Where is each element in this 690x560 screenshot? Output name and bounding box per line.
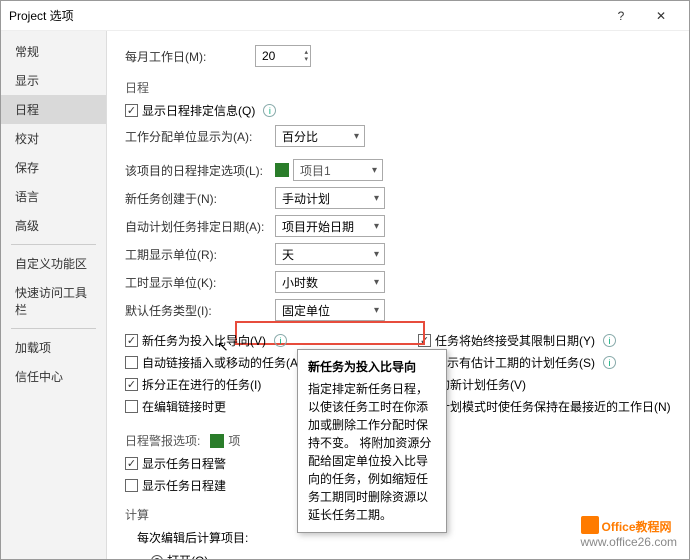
show-warnings-label: 显示任务日程警 bbox=[142, 455, 226, 472]
sidebar-item-quick-access[interactable]: 快速访问工具栏 bbox=[1, 278, 106, 324]
split-task-checkbox[interactable] bbox=[125, 378, 138, 391]
sidebar-separator bbox=[11, 244, 96, 245]
sidebar-item-general[interactable]: 常规 bbox=[1, 37, 106, 66]
sidebar-item-language[interactable]: 语言 bbox=[1, 182, 106, 211]
duration-unit-label: 工期显示单位(R): bbox=[125, 246, 275, 263]
sidebar-item-trust-center[interactable]: 信任中心 bbox=[1, 362, 106, 391]
alert-project-label: 项 bbox=[228, 432, 240, 449]
calc-on-label: 打开(O) bbox=[167, 552, 208, 559]
sidebar: 常规 显示 日程 校对 保存 语言 高级 自定义功能区 快速访问工具栏 加载项 … bbox=[1, 31, 107, 559]
alert-options-label: 日程警报选项: bbox=[125, 432, 200, 449]
watermark-domain: www.office26.com bbox=[581, 535, 678, 549]
sidebar-item-proofing[interactable]: 校对 bbox=[1, 124, 106, 153]
auto-link-label: 自动链接插入或移动的任务(A) bbox=[142, 354, 302, 371]
tooltip-body: 指定排定新任务日程，以使该任务工时在你添加或删除工作分配时保持不变。 将附加资源… bbox=[308, 380, 436, 524]
watermark-brand: Office教程网 bbox=[602, 520, 672, 534]
sidebar-separator bbox=[11, 328, 96, 329]
duration-unit-select[interactable]: 天 bbox=[275, 243, 385, 265]
default-task-type-label: 默认任务类型(I): bbox=[125, 302, 275, 319]
auto-link-checkbox[interactable] bbox=[125, 356, 138, 369]
help-icon[interactable]: i bbox=[603, 334, 616, 347]
show-schedule-info-label: 显示日程排定信息(Q) bbox=[142, 102, 255, 119]
help-icon[interactable]: i bbox=[603, 356, 616, 369]
show-suggestions-checkbox[interactable] bbox=[125, 479, 138, 492]
schedule-section-head: 日程 bbox=[125, 79, 671, 96]
sidebar-item-customize-ribbon[interactable]: 自定义功能区 bbox=[1, 249, 106, 278]
work-unit-select[interactable]: 小时数 bbox=[275, 271, 385, 293]
project-icon bbox=[210, 434, 224, 448]
assign-unit-label: 工作分配单位显示为(A): bbox=[125, 128, 275, 145]
watermark: Office教程网 www.office26.com bbox=[581, 511, 678, 549]
effort-driven-checkbox[interactable] bbox=[125, 334, 138, 347]
new-task-created-label: 新任务创建于(N): bbox=[125, 190, 275, 207]
effort-driven-label: 新任务为投入比导向(V) bbox=[142, 332, 266, 349]
help-icon[interactable]: i bbox=[263, 104, 276, 117]
work-unit-label: 工时显示单位(K): bbox=[125, 274, 275, 291]
help-button[interactable]: ? bbox=[601, 9, 641, 23]
sidebar-item-save[interactable]: 保存 bbox=[1, 153, 106, 182]
window-title: Project 选项 bbox=[9, 7, 601, 24]
edit-link-checkbox[interactable] bbox=[125, 400, 138, 413]
auto-plan-date-label: 自动计划任务排定日期(A): bbox=[125, 218, 275, 235]
sidebar-item-advanced[interactable]: 高级 bbox=[1, 211, 106, 240]
assign-unit-select[interactable]: 百分比 bbox=[275, 125, 365, 147]
calc-on-radio[interactable] bbox=[151, 555, 163, 560]
auto-plan-date-select[interactable]: 项目开始日期 bbox=[275, 215, 385, 237]
monthly-workdays-input[interactable]: 20 bbox=[255, 45, 311, 67]
default-task-type-select[interactable]: 固定单位 bbox=[275, 299, 385, 321]
tooltip-title: 新任务为投入比导向 bbox=[308, 358, 436, 376]
sidebar-item-display[interactable]: 显示 bbox=[1, 66, 106, 95]
edit-link-label: 在编辑链接时更 bbox=[142, 398, 226, 415]
logo-icon bbox=[581, 516, 599, 534]
split-task-label: 拆分正在进行的任务(I) bbox=[142, 376, 261, 393]
content-panel: 每月工作日(M): 20 日程 显示日程排定信息(Q) i 工作分配单位显示为(… bbox=[107, 31, 689, 559]
project-schedule-select[interactable]: 项目1 bbox=[293, 159, 383, 181]
show-suggestions-label: 显示任务日程建 bbox=[142, 477, 226, 494]
project-schedule-options-label: 该项目的日程排定选项(L): bbox=[125, 162, 275, 179]
new-task-created-select[interactable]: 手动计划 bbox=[275, 187, 385, 209]
monthly-workdays-label: 每月工作日(M): bbox=[125, 48, 255, 65]
show-estimated-label: 显示有估计工期的计划任务(S) bbox=[435, 354, 595, 371]
show-warnings-checkbox[interactable] bbox=[125, 457, 138, 470]
sidebar-item-addins[interactable]: 加载项 bbox=[1, 333, 106, 362]
tooltip: 新任务为投入比导向 指定排定新任务日程，以使该任务工时在你添加或删除工作分配时保… bbox=[297, 349, 447, 533]
help-icon[interactable]: i bbox=[274, 334, 287, 347]
sidebar-item-schedule[interactable]: 日程 bbox=[1, 95, 106, 124]
deadline-label: 任务将始终接受其限制日期(Y) bbox=[435, 332, 595, 349]
close-button[interactable]: ✕ bbox=[641, 9, 681, 23]
show-schedule-info-checkbox[interactable] bbox=[125, 104, 138, 117]
cursor-icon: ↖ bbox=[217, 338, 229, 355]
project-icon bbox=[275, 163, 289, 177]
